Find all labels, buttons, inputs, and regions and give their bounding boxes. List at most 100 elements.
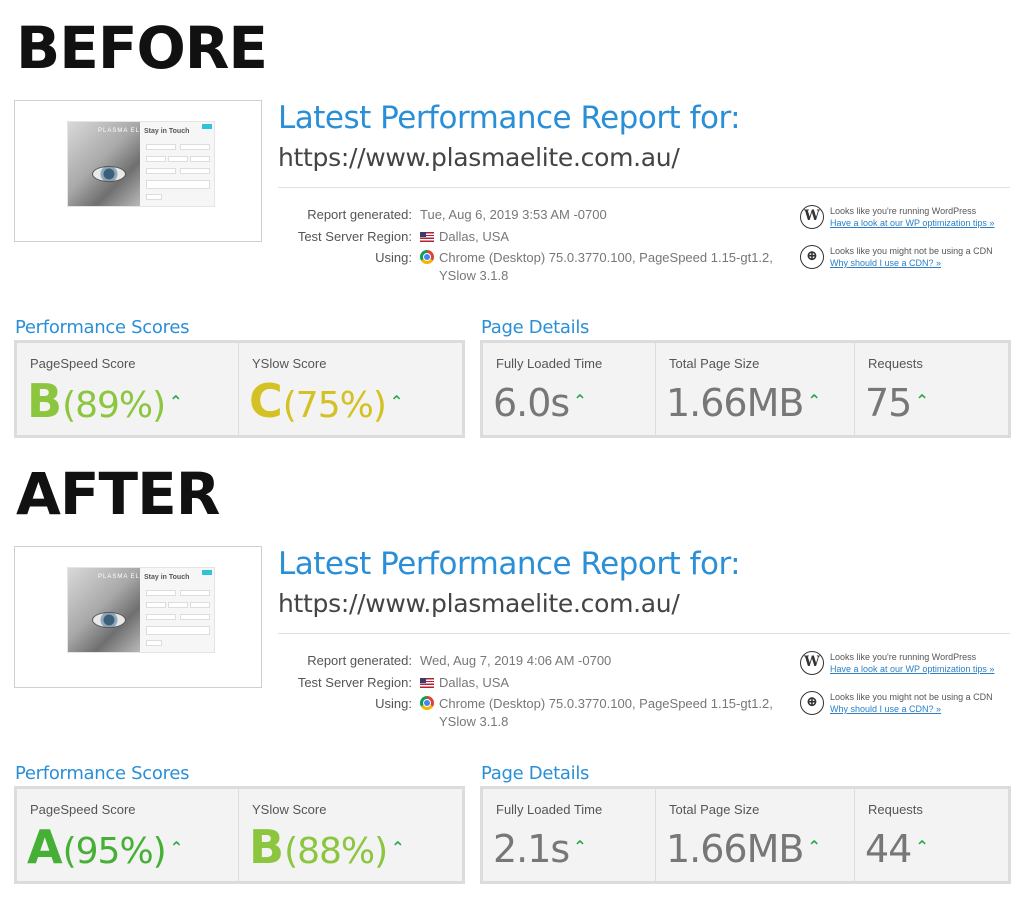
page-size-number: 1.66MB bbox=[666, 827, 804, 871]
cdn-link[interactable]: Why should I use a CDN? » bbox=[830, 704, 941, 714]
requests-label: Requests bbox=[868, 356, 923, 371]
thumbnail-form-title: Stay in Touch bbox=[144, 128, 190, 135]
eye-icon bbox=[92, 612, 126, 628]
us-flag-icon bbox=[420, 678, 434, 688]
us-flag-icon bbox=[420, 232, 434, 242]
meta-key: Test Server Region: bbox=[297, 675, 412, 690]
up-arrow-icon: ⌃ bbox=[389, 392, 404, 411]
page-size-value: 1.66MB ⌃ bbox=[666, 823, 821, 881]
page-details-heading: Page Details bbox=[481, 763, 590, 784]
fully-loaded-number: 6.0s bbox=[493, 381, 570, 425]
wordpress-tips-link[interactable]: Have a look at our WP optimization tips … bbox=[830, 218, 994, 228]
report-title: Latest Performance Report for: bbox=[278, 546, 741, 582]
up-arrow-icon: ⌃ bbox=[807, 391, 821, 410]
up-arrow-icon: ⌃ bbox=[807, 837, 821, 856]
thumbnail-page: PLASMA ELITE Stay in Touch bbox=[67, 567, 215, 653]
up-arrow-icon: ⌃ bbox=[915, 837, 929, 856]
thumbnail-page: PLASMA ELITE Stay in Touch bbox=[67, 121, 215, 207]
performance-scores-heading: Performance Scores bbox=[15, 763, 190, 784]
performance-scores-panel: PageSpeed Score B(89%) ⌃ YSlow Score C(75… bbox=[14, 340, 465, 438]
up-arrow-icon: ⌃ bbox=[573, 837, 587, 856]
yslow-score-cell: YSlow Score B(88%) ⌃ bbox=[239, 789, 462, 881]
fully-loaded-value: 6.0s ⌃ bbox=[493, 377, 587, 435]
report-title: Latest Performance Report for: bbox=[278, 100, 741, 136]
pagespeed-score-value: B(89%) ⌃ bbox=[27, 377, 183, 436]
page-details-panel: Fully Loaded Time 2.1s ⌃ Total Page Size … bbox=[480, 786, 1011, 884]
performance-scores-panel: PageSpeed Score A(95%) ⌃ YSlow Score B(88… bbox=[14, 786, 465, 884]
wordpress-note: W Looks like you're running WordPress Ha… bbox=[800, 205, 1010, 231]
yslow-score-cell: YSlow Score C(75%) ⌃ bbox=[239, 343, 462, 435]
using-value: Chrome (Desktop) 75.0.3770.100, PageSpee… bbox=[420, 696, 773, 711]
wordpress-icon: W bbox=[800, 651, 824, 675]
cdn-link[interactable]: Why should I use a CDN? » bbox=[830, 258, 941, 268]
up-arrow-icon: ⌃ bbox=[169, 838, 184, 857]
wordpress-note-text: Looks like you're running WordPress bbox=[830, 652, 977, 662]
performance-scores-heading: Performance Scores bbox=[15, 317, 190, 338]
fully-loaded-cell: Fully Loaded Time 6.0s ⌃ bbox=[483, 343, 656, 435]
pagespeed-score-cell: PageSpeed Score A(95%) ⌃ bbox=[17, 789, 239, 881]
requests-value: 44 ⌃ bbox=[865, 823, 929, 881]
pagespeed-score-value: A(95%) ⌃ bbox=[27, 823, 183, 882]
site-screenshot-thumbnail: PLASMA ELITE Stay in Touch bbox=[14, 546, 262, 688]
requests-value: 75 ⌃ bbox=[865, 377, 929, 435]
thumbnail-field bbox=[146, 156, 166, 162]
thumbnail-face-image bbox=[68, 122, 140, 206]
pagespeed-percent: (95%) bbox=[62, 831, 167, 872]
page-size-number: 1.66MB bbox=[666, 381, 804, 425]
site-screenshot-thumbnail: PLASMA ELITE Stay in Touch bbox=[14, 100, 262, 242]
yslow-score-value: B(88%) ⌃ bbox=[249, 823, 405, 882]
section-label: AFTER bbox=[16, 460, 220, 528]
cdn-note: ⊕ Looks like you might not be using a CD… bbox=[800, 245, 1010, 271]
wordpress-note: W Looks like you're running WordPress Ha… bbox=[800, 651, 1010, 677]
pagespeed-grade: B bbox=[27, 374, 63, 428]
up-arrow-icon: ⌃ bbox=[573, 391, 587, 410]
page-size-cell: Total Page Size 1.66MB ⌃ bbox=[656, 343, 855, 435]
wordpress-note-text: Looks like you're running WordPress bbox=[830, 206, 977, 216]
pagespeed-score-cell: PageSpeed Score B(89%) ⌃ bbox=[17, 343, 239, 435]
wordpress-tips-link[interactable]: Have a look at our WP optimization tips … bbox=[830, 664, 994, 674]
report-section-after: AFTER PLASMA ELITE Stay in Touch Latest … bbox=[0, 446, 1024, 892]
yslow-score-label: YSlow Score bbox=[252, 356, 327, 371]
requests-cell: Requests 75 ⌃ bbox=[855, 343, 1008, 435]
meta-key: Test Server Region: bbox=[297, 229, 412, 244]
report-url[interactable]: https://www.plasmaelite.com.au/ bbox=[278, 589, 680, 618]
using-text-line2: YSlow 3.1.8 bbox=[439, 714, 509, 729]
meta-key: Using: bbox=[375, 250, 412, 265]
report-generated-value: Wed, Aug 7, 2019 4:06 AM -0700 bbox=[420, 653, 612, 668]
divider bbox=[278, 633, 1010, 634]
thumbnail-button bbox=[202, 570, 212, 575]
chrome-icon bbox=[420, 696, 434, 710]
region-text: Dallas, USA bbox=[439, 229, 510, 244]
globe-icon: ⊕ bbox=[800, 691, 824, 715]
divider bbox=[278, 187, 1010, 188]
using-text-line1: Chrome (Desktop) 75.0.3770.100, PageSpee… bbox=[439, 250, 773, 265]
region-text: Dallas, USA bbox=[439, 675, 510, 690]
server-region-value: Dallas, USA bbox=[420, 675, 509, 690]
thumbnail-face-image bbox=[68, 568, 140, 652]
eye-icon bbox=[92, 166, 126, 182]
pagespeed-grade: A bbox=[27, 820, 63, 874]
thumbnail-field bbox=[180, 590, 210, 596]
using-text-line1: Chrome (Desktop) 75.0.3770.100, PageSpee… bbox=[439, 696, 773, 711]
fully-loaded-label: Fully Loaded Time bbox=[496, 356, 603, 371]
page-size-cell: Total Page Size 1.66MB ⌃ bbox=[656, 789, 855, 881]
thumbnail-field bbox=[146, 602, 166, 608]
up-arrow-icon: ⌃ bbox=[915, 391, 929, 410]
yslow-grade: C bbox=[249, 374, 283, 428]
server-region-value: Dallas, USA bbox=[420, 229, 509, 244]
page-size-value: 1.66MB ⌃ bbox=[666, 377, 821, 435]
report-generated-value: Tue, Aug 6, 2019 3:53 AM -0700 bbox=[420, 207, 607, 222]
wordpress-icon: W bbox=[800, 205, 824, 229]
requests-cell: Requests 44 ⌃ bbox=[855, 789, 1008, 881]
fully-loaded-value: 2.1s ⌃ bbox=[493, 823, 587, 881]
report-url[interactable]: https://www.plasmaelite.com.au/ bbox=[278, 143, 680, 172]
report-section-before: BEFORE PLASMA ELITE Stay in Touch Latest… bbox=[0, 0, 1024, 446]
thumbnail-field bbox=[168, 602, 188, 608]
up-arrow-icon: ⌃ bbox=[169, 392, 183, 411]
globe-icon: ⊕ bbox=[800, 245, 824, 269]
thumbnail-form-title: Stay in Touch bbox=[144, 574, 190, 581]
using-text-line2: YSlow 3.1.8 bbox=[439, 268, 509, 283]
yslow-percent: (75%) bbox=[282, 385, 387, 426]
meta-key: Report generated: bbox=[307, 207, 412, 222]
requests-number: 44 bbox=[865, 827, 912, 871]
